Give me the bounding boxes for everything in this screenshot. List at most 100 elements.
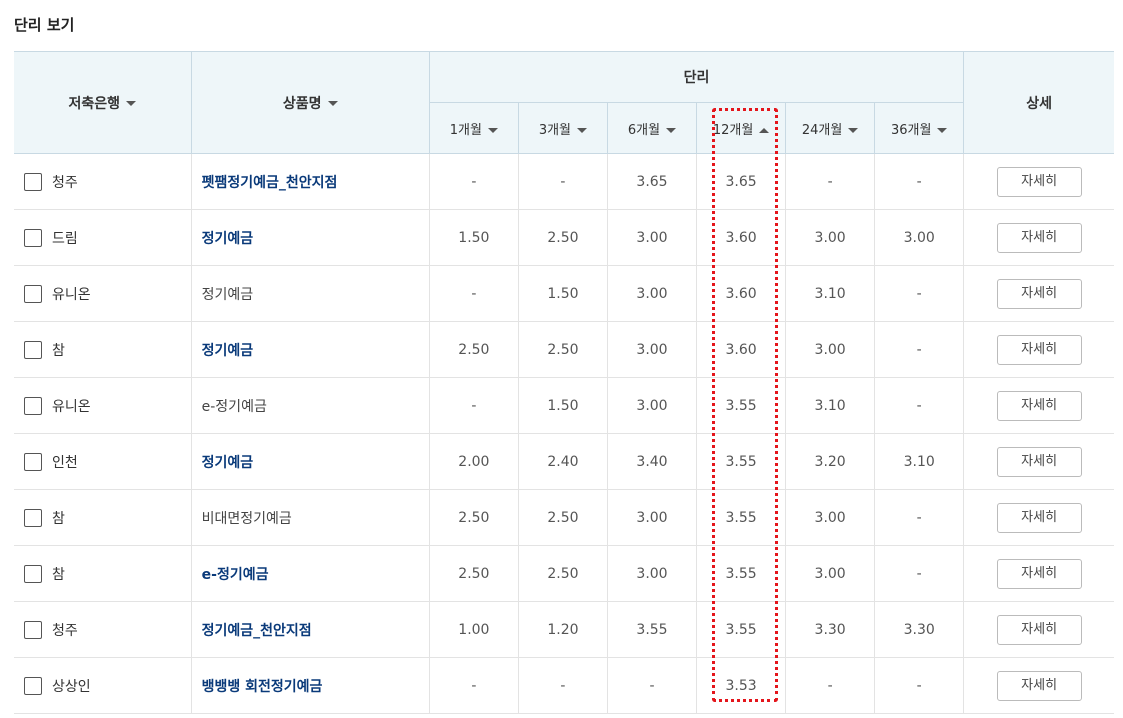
detail-button[interactable]: 자세히	[996, 614, 1082, 645]
detail-button[interactable]: 자세히	[996, 670, 1082, 701]
product-cell: 뱅뱅뱅 회전정기예금	[191, 657, 430, 714]
rate-cell-6개월: 3.00	[607, 321, 698, 378]
product-link[interactable]: 정기예금_천안지점	[202, 623, 312, 639]
product-cell: 비대면정기예금	[191, 489, 430, 546]
bank-name: 유니온	[52, 286, 91, 303]
bank-cell: 참	[14, 321, 192, 378]
bank-cell: 참	[14, 545, 192, 602]
product-link[interactable]: 정기예금	[202, 343, 254, 359]
sort-down-icon	[666, 127, 677, 133]
row-checkbox[interactable]	[24, 676, 42, 695]
rate-cell-6개월: 3.00	[607, 377, 698, 434]
rate-cell-1개월: -	[429, 265, 519, 322]
rate-cell-3개월: 2.50	[518, 321, 608, 378]
bank-column-header[interactable]: 저축은행	[14, 51, 192, 154]
row-checkbox[interactable]	[24, 228, 42, 247]
rate-cell-36개월: -	[874, 265, 965, 322]
rate-cell-24개월: 3.20	[785, 433, 876, 490]
rate-cell-12개월: 3.53	[696, 657, 787, 714]
term-header-36개월[interactable]: 36개월	[874, 102, 965, 154]
term-header-1개월[interactable]: 1개월	[429, 102, 519, 154]
product-link[interactable]: 정기예금	[202, 231, 254, 247]
term-header-6개월[interactable]: 6개월	[606, 102, 698, 154]
product-link[interactable]: 뱅뱅뱅 회전정기예금	[202, 679, 323, 695]
product-link[interactable]: 펫팸정기예금_천안지점	[202, 175, 338, 191]
rate-cell-24개월: 3.10	[785, 377, 876, 434]
rate-cell-12개월: 3.55	[696, 601, 787, 658]
bank-name: 청주	[52, 174, 78, 191]
detail-cell: 자세히	[963, 545, 1114, 602]
term-header-3개월[interactable]: 3개월	[517, 102, 608, 154]
rate-cell-24개월: -	[785, 657, 876, 714]
term-header-12개월[interactable]: 12개월	[696, 102, 787, 154]
table-row: 유니온 정기예금 -1.50 3.00 3.60 3.10- 자세히	[14, 265, 1114, 322]
row-checkbox[interactable]	[24, 340, 42, 359]
detail-button[interactable]: 자세히	[996, 222, 1082, 253]
rate-cell-12개월: 3.60	[696, 321, 787, 378]
term-header-24개월[interactable]: 24개월	[785, 102, 876, 154]
table-row: 청주 정기예금_천안지점 1.00 1.20 3.55 3.55 3.30 3.30 자세히	[14, 601, 1114, 658]
table-row: 상상인 뱅뱅뱅 회전정기예금 - - -3.53- - 자세히	[14, 657, 1114, 714]
product-link[interactable]: 정기예금	[202, 455, 254, 471]
rate-cell-3개월: 2.50	[518, 545, 608, 602]
detail-cell: 자세히	[963, 433, 1114, 490]
table-row: 드림 정기예금 1.50 2.50 3.00 3.60 3.00 3.00 자세히	[14, 209, 1114, 266]
rate-cell-24개월: 3.00	[785, 545, 876, 602]
rate-cell-36개월: 3.00	[874, 209, 965, 266]
rate-cell-12개월: 3.55	[696, 377, 787, 434]
bank-cell: 유니온	[14, 377, 192, 434]
row-checkbox[interactable]	[24, 172, 42, 191]
table-row: 인천 정기예금 2.00 2.40 3.40 3.55 3.20 3.10 자세히	[14, 433, 1114, 490]
bank-cell: 상상인	[14, 657, 192, 714]
rates-table: 저축은행 상품명 단리 상세 1개월 3개월 6개월 12개월 24개월 36개월 청주 펫…	[14, 51, 1114, 714]
rate-cell-12개월: 3.55	[696, 433, 787, 490]
product-link[interactable]: e-정기예금	[202, 567, 269, 583]
row-checkbox[interactable]	[24, 508, 42, 527]
detail-cell: 자세히	[963, 153, 1114, 210]
detail-button[interactable]: 자세히	[996, 502, 1082, 533]
rate-cell-24개월: 3.00	[785, 321, 876, 378]
product-cell: 펫팸정기예금_천안지점	[191, 153, 430, 210]
detail-button[interactable]: 자세히	[996, 278, 1082, 309]
bank-name: 인천	[52, 454, 78, 471]
rate-group-header: 단리	[428, 51, 965, 103]
rate-cell-12개월: 3.60	[696, 209, 787, 266]
sort-down-icon	[848, 127, 859, 133]
row-checkbox[interactable]	[24, 564, 42, 583]
detail-button[interactable]: 자세히	[996, 390, 1082, 421]
table-row: 유니온 e-정기예금 -1.50 3.00 3.55 3.10- 자세히	[14, 377, 1114, 434]
bank-cell: 청주	[14, 601, 192, 658]
row-checkbox[interactable]	[24, 620, 42, 639]
row-checkbox[interactable]	[24, 284, 42, 303]
sort-down-icon	[577, 127, 588, 133]
bank-cell: 청주	[14, 153, 192, 210]
row-checkbox[interactable]	[24, 396, 42, 415]
rate-cell-3개월: -	[518, 657, 608, 714]
detail-button[interactable]: 자세히	[996, 334, 1082, 365]
rate-cell-1개월: 1.50	[429, 209, 519, 266]
detail-button[interactable]: 자세히	[996, 446, 1082, 477]
detail-column-header: 상세	[963, 51, 1114, 154]
sort-down-icon	[487, 127, 498, 133]
rate-cell-1개월: -	[429, 153, 519, 210]
rate-cell-3개월: 2.50	[518, 489, 608, 546]
table-row: 참 e-정기예금 2.50 2.50 3.00 3.55 3.00- 자세히	[14, 545, 1114, 602]
rate-cell-36개월: -	[874, 377, 965, 434]
rate-cell-6개월: 3.00	[607, 489, 698, 546]
row-checkbox[interactable]	[24, 452, 42, 471]
table-row: 참 정기예금 2.50 2.50 3.00 3.60 3.00- 자세히	[14, 321, 1114, 378]
rate-cell-6개월: 3.55	[607, 601, 698, 658]
bank-name: 청주	[52, 622, 78, 639]
detail-button[interactable]: 자세히	[996, 558, 1082, 589]
product-column-header[interactable]: 상품명	[190, 51, 430, 154]
detail-cell: 자세히	[963, 601, 1114, 658]
sort-down-icon	[126, 101, 137, 106]
product-cell: e-정기예금	[191, 545, 430, 602]
rate-cell-24개월: 3.10	[785, 265, 876, 322]
page-title: 단리 보기	[14, 16, 75, 34]
rate-cell-6개월: 3.00	[607, 209, 698, 266]
rate-cell-36개월: 3.10	[874, 433, 965, 490]
detail-button[interactable]: 자세히	[996, 166, 1082, 197]
sort-down-icon	[327, 101, 338, 106]
rate-cell-3개월: 2.40	[518, 433, 608, 490]
